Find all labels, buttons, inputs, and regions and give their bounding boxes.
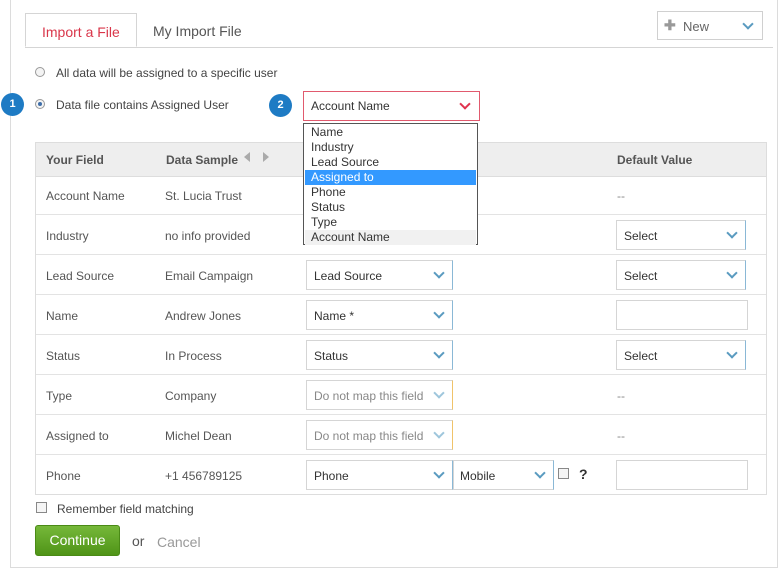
row-sample: In Process bbox=[165, 349, 222, 363]
help-icon[interactable]: ? bbox=[579, 466, 588, 482]
row-default: -- bbox=[617, 429, 625, 443]
step-2-badge: 2 bbox=[269, 94, 292, 117]
mapping-value: Phone bbox=[314, 469, 349, 483]
row-sample: St. Lucia Trust bbox=[165, 189, 242, 203]
phone-type-select[interactable]: Mobile bbox=[453, 460, 554, 490]
row-sample: Andrew Jones bbox=[165, 309, 242, 323]
row-sample: Michel Dean bbox=[165, 429, 232, 443]
dropdown-option-highlighted[interactable]: Assigned to bbox=[305, 170, 476, 185]
chevron-down-icon bbox=[726, 227, 738, 239]
radio-assigned-user[interactable] bbox=[35, 99, 45, 109]
table-row: Phone +1 456789125 Phone Mobile ? bbox=[36, 455, 766, 495]
row-sample: +1 456789125 bbox=[165, 469, 243, 483]
chevron-down-icon bbox=[534, 467, 546, 479]
chevron-down-icon bbox=[726, 267, 738, 279]
table-row: Assigned to Michel Dean Do not map this … bbox=[36, 415, 766, 455]
step-1-badge: 1 bbox=[1, 93, 24, 116]
field-mapping-select[interactable]: Name * bbox=[306, 300, 453, 330]
table-row: Name Andrew Jones Name * bbox=[36, 295, 766, 335]
default-value-text: Select bbox=[624, 269, 658, 283]
field-mapping-select[interactable]: Status bbox=[306, 340, 453, 370]
next-sample-icon[interactable] bbox=[263, 152, 269, 162]
dropdown-option[interactable]: Type bbox=[305, 215, 476, 230]
previous-sample-icon[interactable] bbox=[244, 152, 250, 162]
default-value-input[interactable] bbox=[616, 300, 748, 330]
default-value-text: Select bbox=[624, 229, 658, 243]
radio-assigned-user-label: Data file contains Assigned User bbox=[56, 98, 229, 112]
chevron-down-icon bbox=[433, 387, 445, 399]
assigned-user-column-dropdown: Name Industry Lead Source Assigned to Ph… bbox=[303, 123, 478, 245]
mapping-value: Name * bbox=[314, 309, 355, 323]
remember-field-matching-label: Remember field matching bbox=[57, 502, 194, 516]
field-mapping-select[interactable]: Lead Source bbox=[306, 260, 453, 290]
row-sample: Company bbox=[165, 389, 217, 403]
header-default-value: Default Value bbox=[617, 153, 693, 167]
dropdown-option[interactable]: Status bbox=[305, 200, 476, 215]
chevron-down-icon bbox=[433, 347, 445, 359]
row-field: Phone bbox=[46, 469, 81, 483]
mapping-value: Lead Source bbox=[314, 269, 383, 283]
dropdown-option[interactable]: Industry bbox=[305, 140, 476, 155]
field-mapping-select[interactable]: Phone bbox=[306, 460, 453, 490]
chevron-down-icon bbox=[433, 427, 445, 439]
phone-option-checkbox[interactable] bbox=[558, 468, 569, 479]
chevron-down-icon bbox=[433, 467, 445, 479]
row-default: -- bbox=[617, 389, 625, 403]
table-row: Lead Source Email Campaign Lead Source S… bbox=[36, 255, 766, 295]
row-field: Assigned to bbox=[46, 429, 109, 443]
phone-type-value: Mobile bbox=[460, 469, 496, 483]
default-value-input[interactable] bbox=[616, 460, 748, 490]
plus-icon: ✚ bbox=[664, 17, 676, 33]
header-data-sample: Data Sample bbox=[166, 153, 239, 167]
radio-specific-user-label: All data will be assigned to a specific … bbox=[56, 66, 278, 80]
chevron-down-icon bbox=[726, 347, 738, 359]
remember-field-matching-checkbox[interactable] bbox=[36, 502, 47, 513]
tab-divider bbox=[25, 47, 773, 48]
row-field: Type bbox=[46, 389, 73, 403]
tab-my-import-file[interactable]: My Import File bbox=[137, 13, 273, 47]
dropdown-option[interactable]: Lead Source bbox=[305, 155, 476, 170]
row-field: Lead Source bbox=[46, 269, 115, 283]
row-field: Account Name bbox=[46, 189, 125, 203]
default-value-select[interactable]: Select bbox=[616, 340, 746, 370]
row-field: Status bbox=[46, 349, 81, 363]
row-field: Name bbox=[46, 309, 79, 323]
row-sample: Email Campaign bbox=[165, 269, 254, 283]
row-default: -- bbox=[617, 189, 625, 203]
row-field: Industry bbox=[46, 229, 89, 243]
table-row: Type Company Do not map this field -- bbox=[36, 375, 766, 415]
field-mapping-select[interactable]: Do not map this field bbox=[306, 420, 453, 450]
or-text: or bbox=[132, 533, 145, 549]
radio-specific-user[interactable] bbox=[35, 67, 45, 77]
dropdown-option[interactable]: Phone bbox=[305, 185, 476, 200]
header-your-field: Your Field bbox=[46, 153, 104, 167]
field-mapping-select[interactable]: Do not map this field bbox=[306, 380, 453, 410]
chevron-down-icon bbox=[459, 98, 471, 110]
tab-import-a-file[interactable]: Import a File bbox=[25, 13, 137, 47]
chevron-down-icon bbox=[742, 18, 754, 30]
assigned-user-column-value: Account Name bbox=[311, 99, 390, 113]
chevron-down-icon bbox=[433, 307, 445, 319]
assigned-user-column-select[interactable]: Account Name bbox=[303, 91, 480, 121]
table-row: Status In Process Status Select bbox=[36, 335, 766, 375]
new-dropdown-button[interactable]: ✚ New bbox=[657, 11, 763, 40]
new-button-label: New bbox=[683, 19, 710, 34]
mapping-value: Do not map this field bbox=[314, 389, 424, 403]
dropdown-option[interactable]: Account Name bbox=[305, 230, 476, 245]
mapping-value: Do not map this field bbox=[314, 429, 424, 443]
continue-button[interactable]: Continue bbox=[35, 525, 120, 556]
mapping-value: Status bbox=[314, 349, 349, 363]
default-value-text: Select bbox=[624, 349, 658, 363]
dropdown-option[interactable]: Name bbox=[305, 125, 476, 140]
chevron-down-icon bbox=[433, 267, 445, 279]
default-value-select[interactable]: Select bbox=[616, 260, 746, 290]
row-sample: no info provided bbox=[165, 229, 251, 243]
cancel-link[interactable]: Cancel bbox=[157, 534, 201, 550]
default-value-select[interactable]: Select bbox=[616, 220, 746, 250]
